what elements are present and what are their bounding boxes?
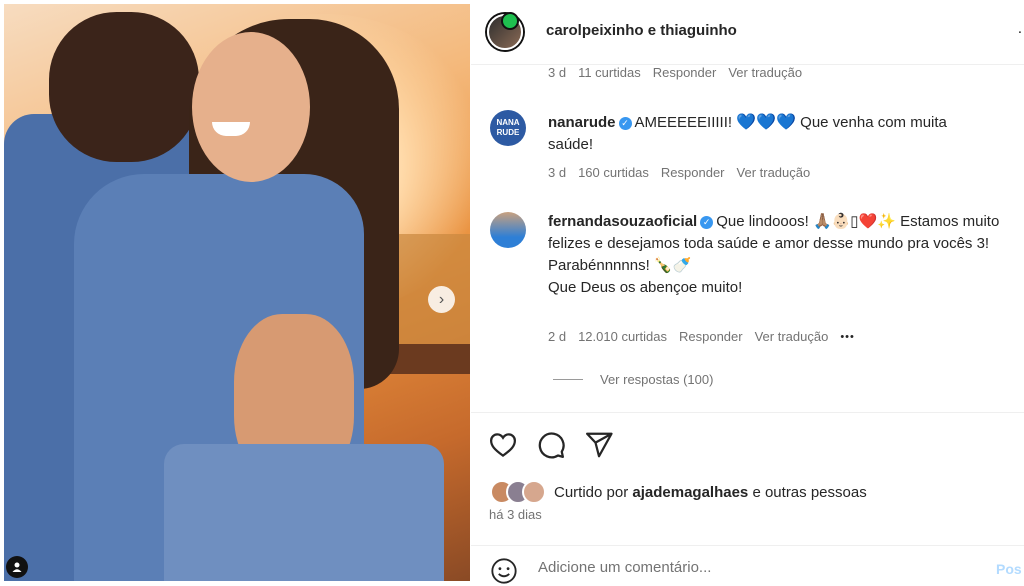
person-icon (12, 562, 22, 572)
comment-likes[interactable]: 12.010 curtidas (578, 329, 667, 344)
comment-meta: 3 d 160 curtidas Responder Ver tradução (548, 165, 810, 180)
comment-username[interactable]: fernandasouzaoficial (548, 213, 697, 230)
post-header: carolpeixinho e thiaguinho … (471, 0, 1024, 65)
liked-by-prefix: Curtido por (554, 483, 629, 501)
heart-icon[interactable] (488, 430, 518, 460)
comment-options-icon[interactable]: ••• (840, 331, 855, 343)
comment-age: 2 d (548, 329, 567, 344)
jeans (164, 444, 444, 581)
chevron-right-icon: › (438, 291, 445, 308)
tagged-people-button[interactable] (6, 556, 28, 578)
post-comment-button[interactable]: Pos (996, 561, 1022, 577)
woman-face (192, 32, 310, 182)
comment-likes[interactable]: 160 curtidas (578, 165, 649, 180)
liked-by-row: Curtido por ajademagalhaes e outras pess… (490, 480, 867, 504)
replies-divider (553, 379, 583, 380)
view-replies-button[interactable]: Ver respostas (100) (600, 372, 713, 387)
comment-age: 3 d (548, 165, 567, 180)
liked-by-user[interactable]: ajademagalhaes (632, 484, 748, 501)
avatar-logo-text: NANA RUDE (496, 118, 520, 137)
comment-text-line2: Parabénnnnns! (548, 257, 650, 274)
comment-meta: 3 d 11 curtidas Responder Ver tradução (548, 65, 802, 80)
translate-button[interactable]: Ver tradução (737, 165, 811, 180)
comment-username[interactable]: nanarude (548, 114, 616, 131)
comment-text: Que lindooos! (716, 213, 809, 230)
reply-button[interactable]: Responder (679, 329, 743, 344)
comment-avatar[interactable] (490, 212, 526, 248)
comment-text: AMEEEEEIIIII! (634, 114, 733, 131)
translate-button[interactable]: Ver tradução (755, 329, 829, 344)
reply-button[interactable]: Responder (653, 65, 717, 80)
comment-text-line3: Que Deus os abençoe muito! (548, 279, 743, 296)
comment-emojis: 🙏🏽👶🏻▯❤️✨ (812, 213, 896, 230)
smiley-icon[interactable] (490, 557, 518, 585)
verified-badge-icon: ✓ (618, 116, 632, 130)
verified-badge-icon: ✓ (700, 215, 714, 229)
paper-plane-icon[interactable] (584, 430, 614, 460)
account-avatar-secondary[interactable] (501, 12, 519, 30)
post-photo (4, 4, 470, 581)
comment-body: fernandasouzaoficial ✓ Que lindooos! 🙏🏽👶🏻▯… (548, 211, 1018, 299)
liked-by-suffix[interactable]: e outras pessoas (752, 484, 866, 501)
comment-meta: 2 d 12.010 curtidas Responder Ver traduç… (548, 329, 855, 344)
ellipsis-icon[interactable]: … (1017, 20, 1024, 38)
actions-divider (471, 412, 1024, 414)
reply-button[interactable]: Responder (661, 165, 725, 180)
man-head (49, 12, 199, 162)
comment-age: 3 d (548, 65, 567, 80)
translate-button[interactable]: Ver tradução (728, 65, 802, 80)
comment-body: nanarude ✓ AMEEEEEIIIII! 💙💙💙 Que venha com… (548, 112, 988, 156)
liker-avatar[interactable] (522, 480, 546, 504)
comment-icon[interactable] (536, 430, 566, 460)
comment-avatar[interactable]: NANA RUDE (490, 110, 526, 146)
account-names[interactable]: carolpeixinho e thiaguinho (546, 22, 737, 39)
comment-emojis-line2: 🍾🍼 (653, 257, 692, 274)
blue-heart-emojis: 💙💙💙 (736, 114, 796, 131)
add-comment-input[interactable] (536, 558, 940, 577)
comment-likes[interactable]: 11 curtidas (578, 65, 641, 80)
post-date[interactable]: há 3 dias (489, 507, 542, 522)
next-photo-button[interactable]: › (428, 286, 455, 313)
